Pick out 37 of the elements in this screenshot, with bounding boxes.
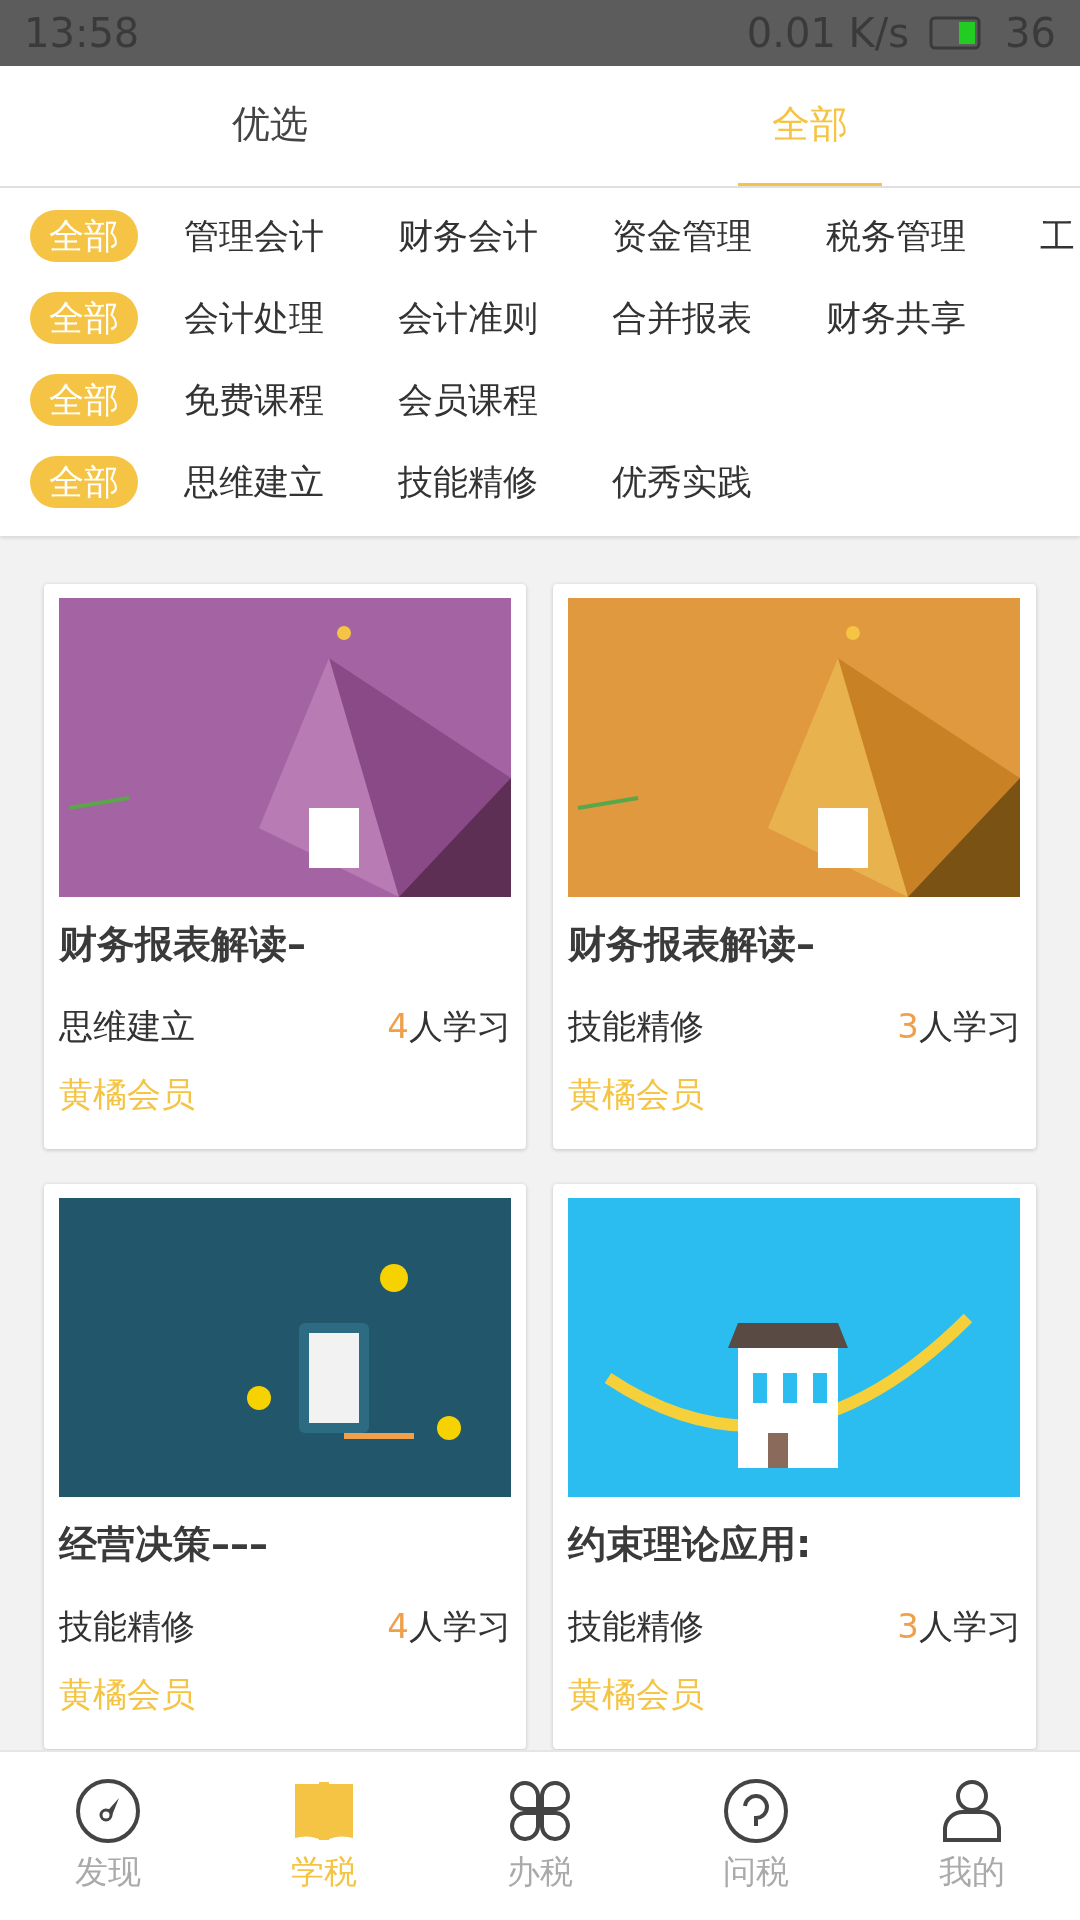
filter-option[interactable]: 会计准则 xyxy=(398,292,538,344)
filter-option[interactable]: 资金管理 xyxy=(612,210,752,262)
course-title: 财务报表解读– xyxy=(568,921,816,968)
tab[interactable]: 优选 xyxy=(0,66,540,186)
course-title: 经营决策––– xyxy=(59,1521,269,1568)
course-title: 约束理论应用: xyxy=(568,1521,813,1568)
filter-option[interactable]: 合并报表 xyxy=(612,292,752,344)
membership-label: 黄橘会员 xyxy=(59,1673,196,1716)
course-card[interactable]: 约束理论应用: 技能精修 3人学习 黄橘会员 xyxy=(553,1184,1036,1749)
learner-count: 3人学习 xyxy=(897,1005,1021,1048)
filter-option[interactable]: 思维建立 xyxy=(184,456,324,508)
filter-option[interactable]: 会计处理 xyxy=(184,292,324,344)
course-card[interactable]: 经营决策––– 技能精修 4人学习 黄橘会员 xyxy=(44,1184,526,1749)
question-circle-icon xyxy=(723,1777,789,1844)
membership-label: 黄橘会员 xyxy=(568,1673,705,1716)
course-category: 思维建立 xyxy=(59,1005,195,1048)
course-title: 财务报表解读– xyxy=(59,921,307,968)
filter-option[interactable]: 免费课程 xyxy=(184,374,324,426)
course-category: 技能精修 xyxy=(568,1005,704,1048)
learner-count: 3人学习 xyxy=(897,1605,1021,1648)
membership-label: 黄橘会员 xyxy=(59,1073,196,1116)
course-category: 技能精修 xyxy=(59,1605,195,1648)
filter-option[interactable]: 税务管理 xyxy=(826,210,966,262)
filter-option[interactable]: 管理会计 xyxy=(184,210,324,262)
filter-option[interactable]: 技能精修 xyxy=(398,456,538,508)
filter-option[interactable]: 财务共享 xyxy=(826,292,966,344)
filter-option[interactable]: 工 xyxy=(1040,210,1075,262)
learner-count: 4人学习 xyxy=(387,1005,511,1048)
compass-icon xyxy=(75,1777,141,1844)
course-category: 技能精修 xyxy=(568,1605,704,1648)
filter-option[interactable]: 会员课程 xyxy=(398,374,538,426)
filter-option[interactable]: 优秀实践 xyxy=(612,456,752,508)
course-card[interactable]: 财务报表解读– 技能精修 3人学习 黄橘会员 xyxy=(553,584,1036,1149)
learner-count: 4人学习 xyxy=(387,1605,511,1648)
filter-option[interactable]: 财务会计 xyxy=(398,210,538,262)
course-card[interactable]: 财务报表解读– 思维建立 4人学习 黄橘会员 xyxy=(44,584,526,1149)
membership-label: 黄橘会员 xyxy=(568,1073,705,1116)
